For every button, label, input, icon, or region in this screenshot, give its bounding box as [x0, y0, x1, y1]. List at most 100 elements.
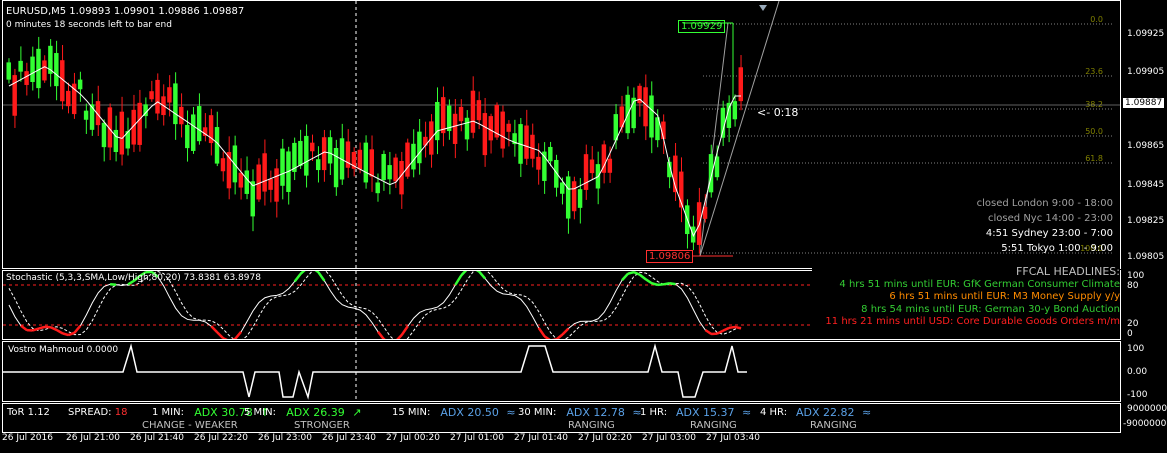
tor-timeframe: 1 MIN: — [152, 407, 184, 418]
candle-body — [476, 100, 482, 121]
candle-body — [304, 135, 309, 176]
tor-adx-value: ADX 15.37 — [676, 406, 735, 419]
stochastic-zone-segment — [400, 325, 409, 336]
stochastic-axis-tick: 20 — [1127, 319, 1139, 329]
stochastic-zone-segment — [62, 332, 69, 337]
candle-body — [119, 111, 125, 155]
candle-body — [89, 104, 95, 130]
fibo-level-label: 0.0 — [1090, 15, 1103, 24]
candle-body — [298, 140, 303, 166]
candle-body — [440, 97, 446, 134]
stochastic-zone-segment — [55, 328, 64, 335]
time-tick: 27 Jul 01:40 — [514, 433, 568, 443]
stochastic-zone-segment — [454, 274, 463, 286]
stochastic-zone-segment — [555, 333, 564, 339]
time-tick: 26 Jul 23:40 — [322, 433, 376, 443]
tor-axis-tick: 9000000 — [1127, 404, 1167, 414]
stochastic-zone-segment — [234, 331, 243, 339]
candle-body — [357, 149, 363, 170]
candle-body — [643, 87, 648, 127]
fibo-trend-line — [699, 1, 780, 257]
stochastic-zone-segment — [20, 324, 28, 332]
candle-body — [405, 142, 410, 177]
stochastic-zone-segment — [537, 327, 546, 338]
price-tick: 1.09905 — [1127, 67, 1165, 77]
price-tick: 1.09845 — [1127, 180, 1165, 190]
time-axis[interactable]: 26 Jul 2016 26 Jul 21:00 26 Jul 21:40 26 Ju… — [0, 433, 1167, 453]
candle-body — [464, 117, 470, 140]
current-price-tag: 1.09887 — [1123, 98, 1165, 108]
fibo-high-label: 1.09929 — [678, 20, 726, 33]
stochastic-zone-segment — [722, 326, 730, 332]
candlestick-chart[interactable]: 0.023.638.250.061.8100.0 — [3, 1, 1120, 268]
candle-body — [482, 113, 488, 156]
vostro-axis-tick: -100 — [1127, 390, 1148, 400]
tor-adx-value: ADX 20.50 — [440, 406, 499, 419]
candle-body — [369, 149, 374, 177]
stochastic-zone-segment — [651, 282, 659, 287]
news-panel: FFCAL HEADLINES: 4 hrs 51 mins until EUR… — [812, 265, 1120, 336]
news-item: 4 hrs 51 mins until EUR: GfK German Cons… — [839, 278, 1120, 290]
stochastic-zone-segment — [645, 278, 653, 285]
stochastic-zone-segment — [110, 283, 117, 287]
stochastic-zone-segment — [734, 325, 742, 330]
candle-body — [18, 60, 23, 72]
time-tick: 26 Jul 2016 — [2, 433, 53, 443]
tor-state: RANGING — [690, 420, 737, 431]
stochastic-zone-segment — [475, 271, 480, 273]
candle-body — [363, 142, 369, 183]
candle-body — [274, 168, 279, 202]
candle-body — [536, 156, 541, 170]
candle-body — [315, 159, 321, 171]
stochastic-zone-segment — [657, 283, 664, 287]
tor-label: ToR 1.12 — [7, 407, 50, 418]
candle-body — [649, 95, 654, 138]
candle-body — [571, 181, 577, 212]
price-tick: 1.09865 — [1127, 141, 1165, 151]
candle-body — [548, 146, 553, 162]
stochastic-zone-segment — [633, 271, 641, 276]
tor-trend-icon: ≈ — [862, 406, 872, 419]
tor-timeframe: 15 MIN: — [392, 407, 431, 418]
candle-body — [560, 182, 565, 194]
stochastic-zone-segment — [222, 337, 228, 339]
time-tick: 27 Jul 01:00 — [450, 433, 504, 443]
candle-body — [238, 172, 244, 188]
candle-body — [101, 122, 107, 148]
time-tick: 26 Jul 22:20 — [194, 433, 248, 443]
candle-body — [220, 158, 226, 172]
spread-value: 18 — [114, 407, 128, 418]
fibo-level-label: 38.2 — [1085, 100, 1103, 109]
tor-timeframe: 30 MIN: — [518, 407, 557, 418]
candle-body — [393, 157, 398, 182]
fibo-level-label: 23.6 — [1085, 67, 1103, 76]
stochastic-axis-tick: 80 — [1127, 281, 1139, 291]
price-tick: 1.09805 — [1127, 252, 1165, 262]
shift-marker-icon — [759, 5, 767, 11]
candle-body — [196, 106, 202, 142]
session-item: closed London 9:00 - 18:00 — [976, 198, 1113, 209]
candle-body — [256, 164, 261, 200]
candle-body — [583, 154, 589, 190]
stochastic-zone-segment — [38, 325, 46, 330]
stochastic-zone-segment — [210, 325, 219, 334]
candle-body — [149, 91, 154, 100]
tor-adx-value: ADX 12.78 — [566, 406, 625, 419]
vostro-axis-tick: 100 — [1127, 344, 1145, 354]
tor-adx-value: ADX 26.39 — [286, 406, 345, 419]
candle-body — [577, 189, 583, 208]
stochastic-zone-segment — [314, 271, 320, 274]
candle-body — [554, 159, 559, 188]
candle-body — [381, 153, 386, 181]
stochastic-zone-segment — [543, 335, 551, 339]
vostro-chart[interactable] — [3, 342, 1120, 401]
stochastic-axis-tick: 0 — [1127, 329, 1133, 339]
tor-trend-icon: ≈ — [742, 406, 752, 419]
candle-body — [36, 48, 41, 89]
vostro-axis-tick: 0.00 — [1127, 367, 1148, 377]
stochastic-zone-segment — [317, 271, 326, 282]
candle-body — [435, 101, 440, 141]
candle-body — [732, 101, 738, 120]
bar-timer: 0 minutes 18 seconds left to bar end — [6, 20, 172, 30]
candle-body — [30, 56, 35, 83]
